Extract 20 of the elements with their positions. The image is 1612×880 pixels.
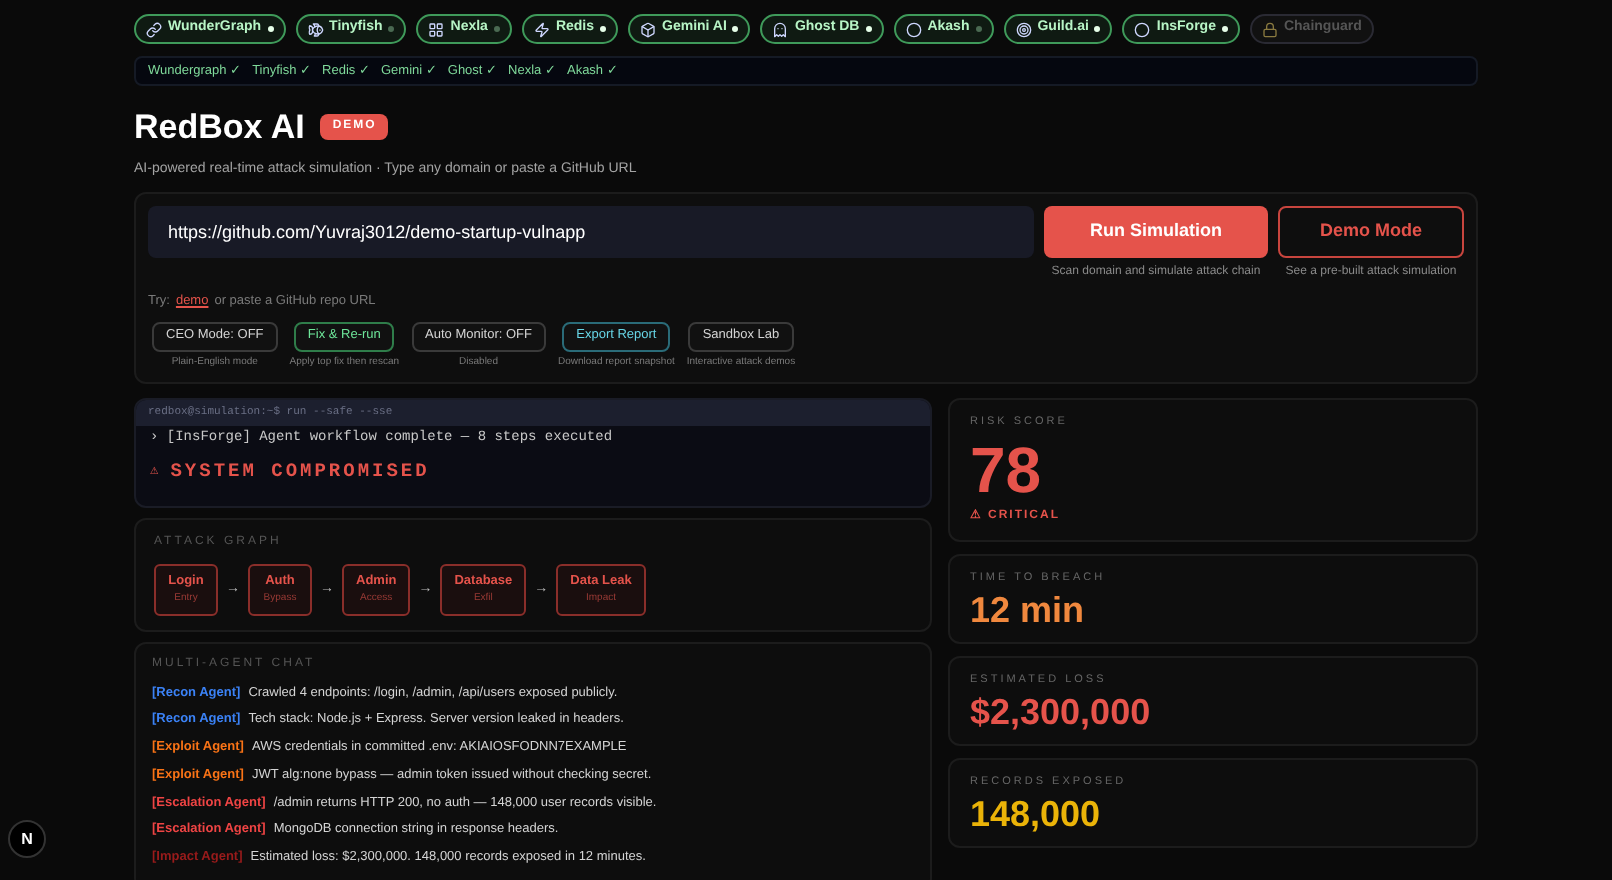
- corner-badge[interactable]: N: [8, 820, 46, 858]
- box-icon: [640, 21, 657, 37]
- circle-icon: [905, 21, 922, 37]
- metric-value: 78: [970, 437, 1044, 501]
- metric-value: 12 min: [970, 591, 1087, 628]
- metric-value: 148,000: [970, 796, 1103, 833]
- app-title: RedBox AI: [134, 106, 305, 150]
- metric-value: $2,300,000: [970, 694, 1153, 730]
- ghost-icon: [772, 21, 789, 37]
- fish-icon: [307, 21, 324, 37]
- lock-icon: [1261, 21, 1278, 37]
- circle-icon: [1134, 21, 1151, 37]
- target-icon: [1015, 21, 1032, 37]
- alert-text: SYSTEM COMPROMISED: [170, 458, 430, 486]
- target-field[interactable]: https://github.com/Yuvraj3012/demo-startup-vulnapp: [148, 206, 1034, 258]
- link-icon: [146, 21, 162, 37]
- lightning-icon: [533, 21, 550, 37]
- grid-icon: [428, 21, 445, 37]
- demo-mode-button[interactable]: Demo Mode: [1278, 206, 1464, 258]
- run-simulation-button[interactable]: Run Simulation: [1044, 206, 1268, 258]
